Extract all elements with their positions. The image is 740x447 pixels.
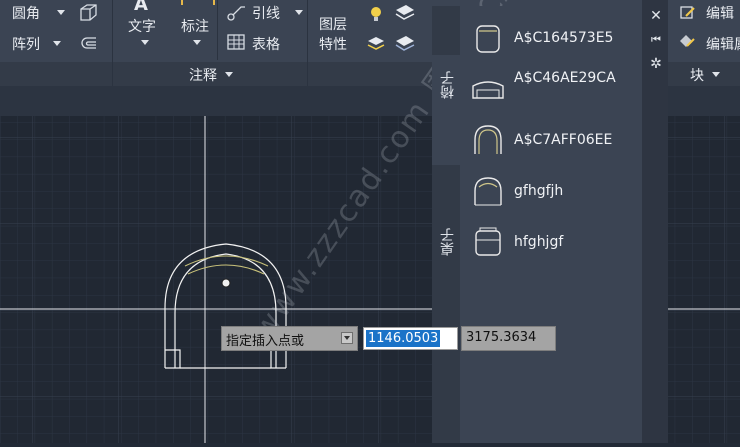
array-button[interactable]: 阵列 — [12, 34, 40, 54]
palette-item-label: gfhgfjh — [514, 183, 564, 199]
close-icon[interactable]: ✕ — [648, 8, 664, 24]
dynamic-input-prompt: 指定插入点或 — [221, 326, 358, 351]
tab-chairs[interactable]: 椅子 — [432, 55, 460, 165]
dimension-icon[interactable] — [181, 0, 215, 5]
autohide-icon[interactable]: ⏮ — [648, 32, 664, 48]
array-dropdown-icon[interactable] — [53, 41, 61, 46]
layer-iso-icon[interactable] — [366, 32, 386, 52]
palette-item[interactable]: gfhgfjh — [464, 167, 640, 215]
palette-item-label: hfghjgf — [514, 234, 564, 250]
fillet-button[interactable]: 圆角 — [12, 3, 40, 23]
lightbulb-icon[interactable] — [366, 4, 386, 24]
leader-icon[interactable] — [226, 2, 246, 22]
annotation-panel-title[interactable]: 注释 — [189, 65, 217, 85]
text-dropdown-icon[interactable] — [141, 40, 149, 45]
edit-attribute-icon[interactable] — [678, 33, 696, 51]
table-icon[interactable] — [226, 33, 246, 51]
block-thumb-icon — [472, 81, 504, 99]
options-down-arrow-icon[interactable] — [341, 332, 353, 344]
palette-item-label: A$C46AE29CA — [514, 70, 616, 86]
layer-properties-label-1[interactable]: 图层 — [319, 14, 347, 34]
block-panel-title[interactable]: 块 — [690, 65, 704, 85]
text-button[interactable]: 文字 — [128, 16, 156, 36]
palette-properties-icon[interactable]: ✲ — [648, 56, 664, 72]
dimension-button[interactable]: 标注 — [181, 16, 209, 36]
block-panel-expand-icon[interactable] — [712, 72, 720, 77]
table-button[interactable]: 表格 — [252, 34, 280, 54]
x-coordinate-value[interactable]: 1146.0503 — [366, 330, 441, 347]
palette-item-label: A$C164573E5 — [514, 30, 614, 46]
palette-item[interactable]: A$C164573E5 — [464, 14, 640, 62]
tab-tables[interactable]: 桌子 — [432, 210, 460, 290]
y-coordinate-input[interactable]: 3175.3634 — [461, 326, 556, 351]
block-panel-footer[interactable] — [668, 62, 740, 86]
block-thumb-icon — [475, 227, 501, 256]
palette-item[interactable]: hfghjgf — [464, 218, 640, 266]
offset-icon[interactable] — [78, 33, 98, 53]
block-edit-button[interactable]: 编辑 — [706, 3, 734, 23]
leader-dropdown-icon[interactable] — [295, 10, 303, 15]
edit-attribute-button[interactable]: 编辑属 — [706, 34, 740, 54]
fillet-dropdown-icon[interactable] — [57, 10, 65, 15]
layer-properties-label-2[interactable]: 特性 — [319, 34, 347, 54]
block-thumb-icon — [476, 25, 500, 53]
layer-match-icon[interactable] — [394, 32, 416, 52]
dimension-dropdown-icon[interactable] — [193, 40, 201, 45]
block-thumb-icon — [474, 177, 502, 206]
palette-item-label: A$C7AFF06EE — [514, 132, 613, 148]
modify-panel-footer — [0, 62, 112, 86]
block-thumb-icon — [474, 125, 502, 154]
block-panel: 编辑 编辑属 块 — [668, 0, 740, 86]
palette-item[interactable]: A$C46AE29CA — [464, 66, 640, 114]
annotation-expand-icon[interactable] — [225, 72, 233, 77]
text-big-icon[interactable]: A — [134, 0, 148, 15]
palette-item[interactable]: A$C7AFF06EE — [464, 116, 640, 164]
leader-button[interactable]: 引线 — [252, 3, 280, 23]
x-coordinate-input[interactable]: 1146.0503 — [363, 327, 458, 350]
block-edit-icon[interactable] — [678, 3, 696, 21]
layer-stack-icon[interactable] — [394, 2, 416, 22]
box-3d-icon[interactable] — [78, 2, 98, 22]
prompt-text: 指定插入点或 — [226, 334, 305, 349]
y-coordinate-value[interactable]: 3175.3634 — [466, 330, 536, 345]
